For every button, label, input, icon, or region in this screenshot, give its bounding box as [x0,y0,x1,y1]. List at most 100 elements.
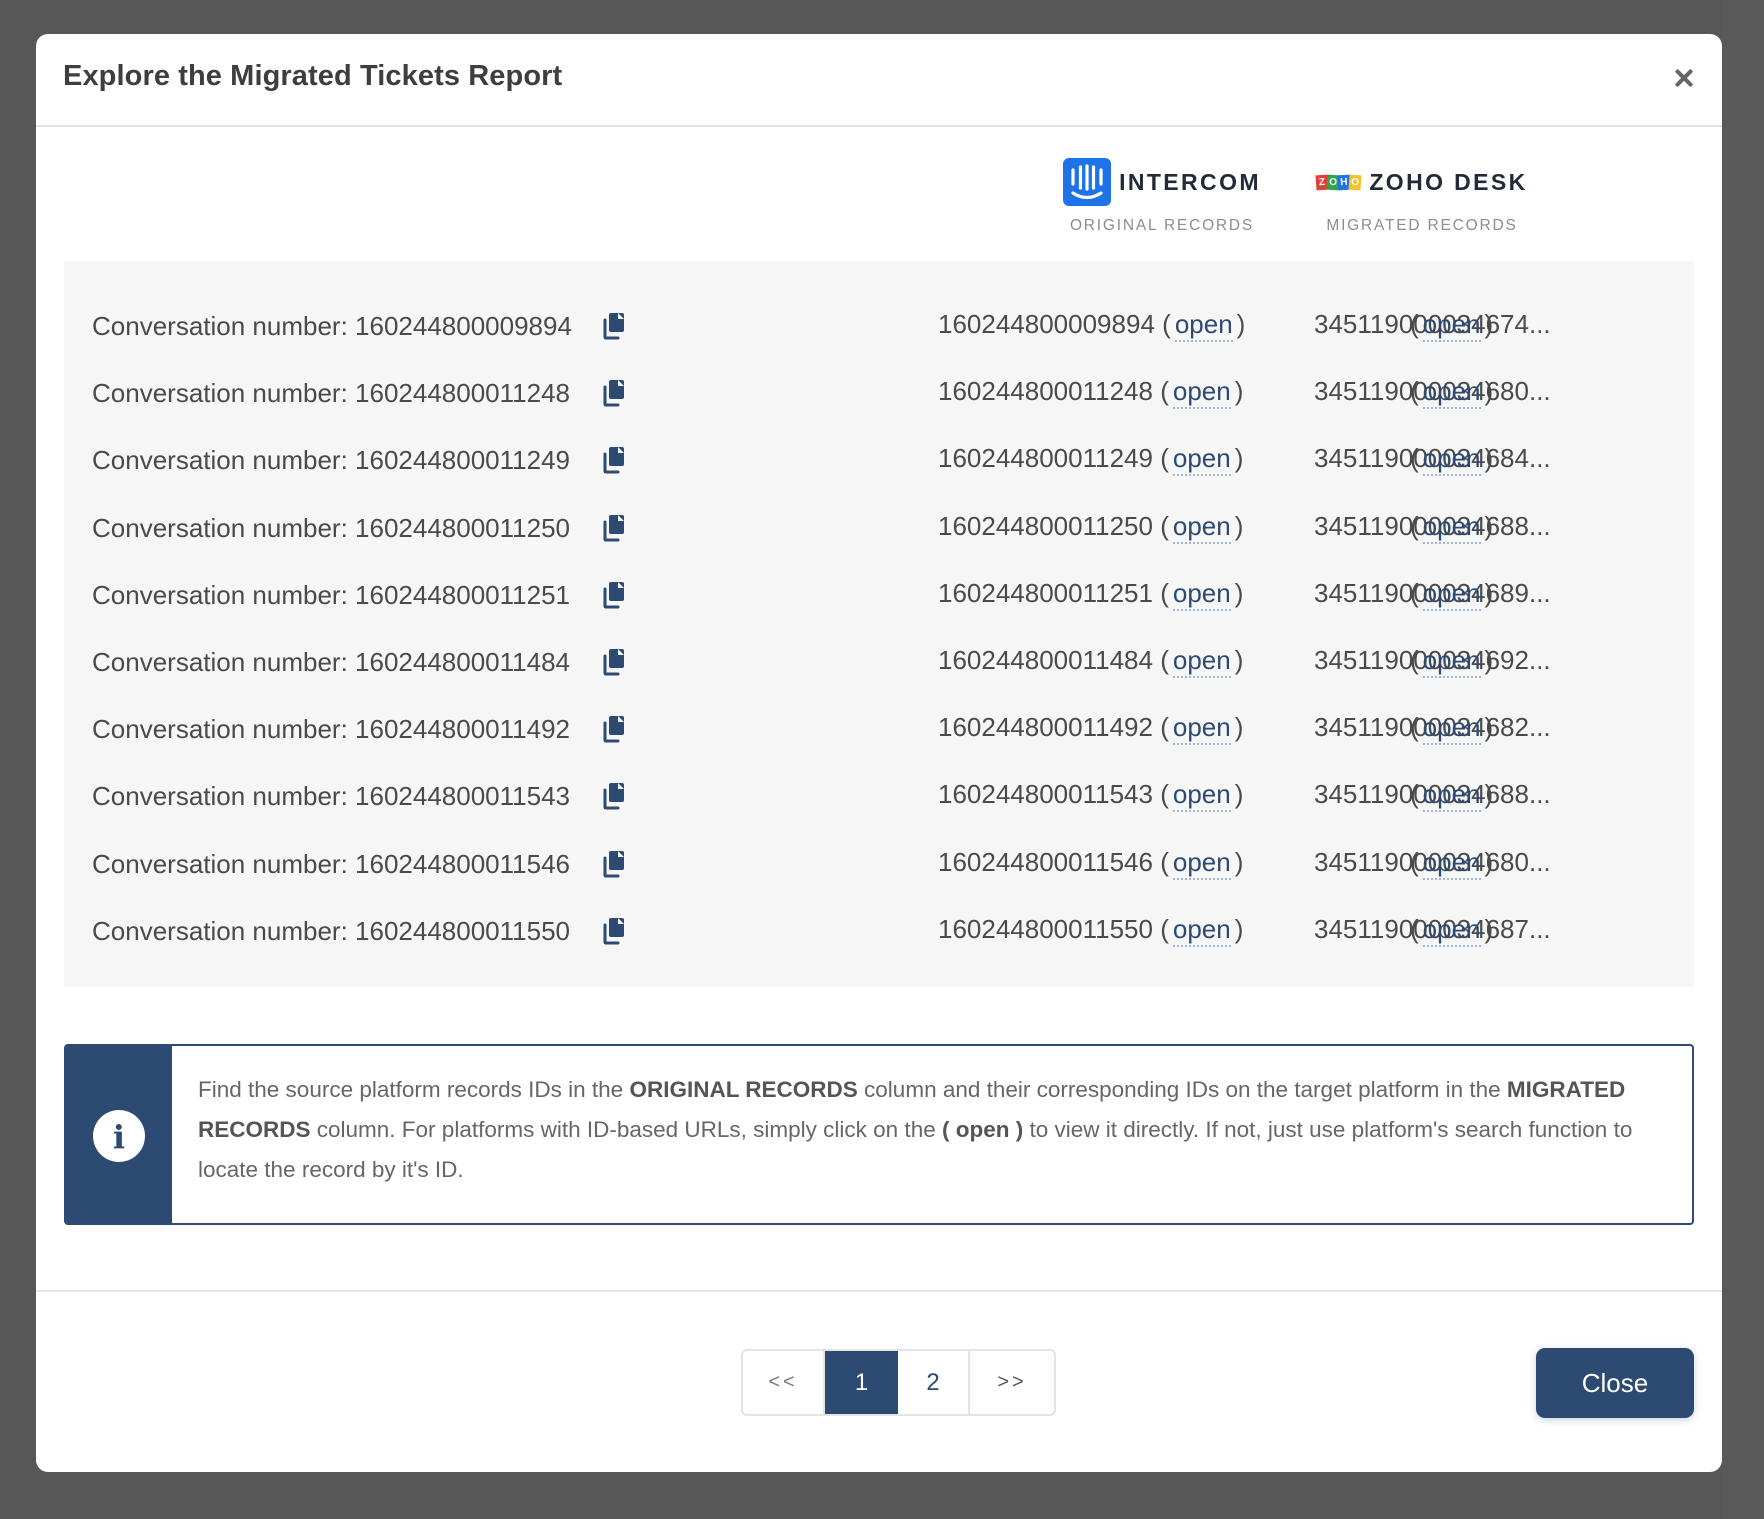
migrated-open-link[interactable]: open [1422,846,1481,880]
copy-icon[interactable] [601,581,627,609]
paren-close: ) [1484,510,1494,541]
original-record-cell: 160244800011250 (open) [938,510,1244,544]
copy-icon[interactable] [601,514,627,542]
info-text-segment: Find the source platform records IDs in … [198,1077,630,1102]
copy-icon[interactable] [601,850,627,878]
conversation-label: Conversation number: 160244800011250 [92,512,570,543]
copy-icon[interactable] [601,782,627,810]
paren-open: ( [1410,846,1419,877]
original-open-link[interactable]: open [1172,913,1231,947]
migrated-open-wrapper: (open) [1410,309,1494,342]
pagination-page-2[interactable]: 2 [898,1351,970,1414]
migrated-open-wrapper: (open) [1410,846,1493,880]
copy-icon[interactable] [601,312,627,340]
record-row: Conversation number: 160244800011546 1602… [64,837,1694,893]
migrated-open-link[interactable]: open [1422,309,1481,342]
zoho-logo-block: O [1348,174,1362,190]
paren-close: ) [1484,913,1494,944]
close-icon[interactable] [1670,64,1698,92]
original-record-cell: 160244800011249 (open) [938,443,1244,477]
info-text-emphasis: ORIGINAL RECORDS [629,1077,858,1102]
migrated-open-wrapper: (open) [1410,645,1493,678]
target-platform-name: ZOHO DESK [1369,168,1528,195]
original-record-id: 160244800011492 [938,712,1153,743]
record-row: Conversation number: 160244800011484 1602… [64,635,1694,691]
original-open-link[interactable]: open [1172,376,1231,410]
migrated-open-wrapper: (open) [1410,779,1494,813]
copy-icon[interactable] [601,715,627,743]
migrated-open-link[interactable]: open [1422,712,1481,746]
original-open-link[interactable]: open [1172,443,1231,477]
original-record-id: 160244800011248 [938,376,1153,407]
original-open-link[interactable]: open [1172,510,1231,544]
migrated-open-link[interactable]: open [1422,913,1481,947]
pagination-next-button[interactable]: >> [970,1351,1054,1414]
original-open-link[interactable]: open [1172,846,1231,880]
paren-close: ) [1484,309,1494,339]
original-open-link[interactable]: open [1172,779,1231,813]
copy-icon[interactable] [601,446,627,474]
migrated-open-wrapper: (open) [1410,443,1494,477]
migrated-open-link[interactable]: open [1422,376,1481,410]
paren-close: ) [1234,577,1244,608]
copy-icon[interactable] [601,379,627,407]
migrated-open-wrapper: (open) [1410,712,1493,746]
original-record-id: 160244800011550 [938,913,1153,944]
record-row: Conversation number: 160244800011492 1602… [64,702,1694,758]
paren-open: ( [1160,510,1169,541]
migrated-open-link[interactable]: open [1422,510,1481,544]
migrated-records-label: MIGRATED RECORDS [1326,217,1518,234]
paren-open: ( [1410,510,1419,541]
pagination-prev-button[interactable]: << [743,1351,825,1414]
migrated-open-wrapper: (open) [1410,913,1494,947]
paren-close: ) [1484,577,1494,608]
pagination: << 1 2 >> [741,1349,1056,1416]
record-row: Conversation number: 160244800011543 1602… [64,769,1694,825]
paren-open: ( [1410,376,1419,407]
paren-open: ( [1410,712,1419,743]
original-record-id: 160244800011484 [938,645,1153,675]
close-button[interactable]: Close [1536,1348,1694,1418]
original-record-id: 160244800011251 [938,577,1153,608]
paren-close: ) [1484,779,1494,810]
zoho-brand: ZOHO ZOHO DESK [1315,157,1528,207]
conversation-label: Conversation number: 160244800011248 [92,378,570,409]
paren-open: ( [1160,846,1169,877]
zoho-logo-icon: ZOHO [1315,174,1362,190]
info-text-segment: column. For platforms with ID-based URLs… [310,1117,942,1142]
conversation-label: Conversation number: 160244800011546 [92,848,570,879]
original-open-link[interactable]: open [1174,309,1233,342]
record-row: Conversation number: 160244800009894 1602… [64,299,1694,355]
copy-icon[interactable] [601,648,627,676]
footer-divider [36,1290,1722,1292]
pagination-page-1[interactable]: 1 [825,1351,898,1414]
paren-open: ( [1160,443,1169,474]
original-record-cell: 160244800011543 (open) [938,779,1244,813]
original-open-link[interactable]: open [1172,712,1231,746]
paren-close: ) [1484,443,1494,474]
source-platform-name: INTERCOM [1119,168,1261,195]
paren-close: ) [1234,779,1244,810]
conversation-label: Conversation number: 160244800011249 [92,445,570,476]
modal-title: Explore the Migrated Tickets Report [63,60,563,92]
migrated-open-wrapper: (open) [1410,577,1494,611]
paren-close: ) [1234,443,1244,474]
paren-open: ( [1160,913,1169,944]
info-text-segment: column and their corresponding IDs on th… [857,1077,1507,1102]
record-row: Conversation number: 160244800011550 1602… [64,904,1694,960]
paren-close: ) [1234,846,1244,877]
paren-open: ( [1410,309,1419,339]
conversation-label: Conversation number: 160244800011251 [92,579,570,610]
paren-close: ) [1234,510,1244,541]
migrated-open-link[interactable]: open [1422,443,1481,477]
original-open-link[interactable]: open [1172,577,1231,611]
original-open-link[interactable]: open [1172,645,1231,678]
original-record-cell: 160244800011492 (open) [938,712,1243,746]
paren-open: ( [1160,779,1169,810]
migrated-open-link[interactable]: open [1422,577,1481,611]
copy-icon[interactable] [601,917,627,945]
source-platform-header: INTERCOM ORIGINAL RECORDS [1062,157,1262,235]
migrated-open-link[interactable]: open [1422,779,1481,813]
migrated-open-wrapper: (open) [1410,376,1493,410]
migrated-open-link[interactable]: open [1422,645,1481,678]
